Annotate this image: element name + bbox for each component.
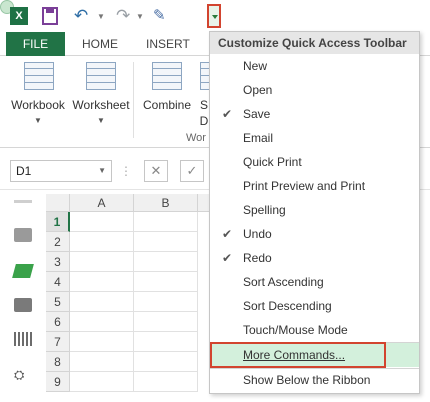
- menu-item-sort-descending[interactable]: Sort Descending: [210, 294, 419, 318]
- menu-item-quick-print[interactable]: Quick Print: [210, 150, 419, 174]
- left-pane: ⛭: [0, 190, 46, 402]
- ribbon-group-label: Wor: [186, 132, 206, 144]
- menu-item-label: Quick Print: [243, 155, 302, 169]
- menu-item-label: Undo: [243, 227, 272, 241]
- workbook-manager-icon[interactable]: [12, 264, 34, 278]
- more-commands-callout: [210, 342, 386, 368]
- cell[interactable]: [70, 232, 134, 252]
- column-header-a[interactable]: A: [70, 194, 134, 212]
- cell[interactable]: [70, 332, 134, 352]
- collapse-icon[interactable]: [14, 200, 32, 203]
- menu-item-label: Touch/Mouse Mode: [243, 323, 348, 337]
- cancel-button[interactable]: ✕: [144, 160, 168, 182]
- formula-bar-grip[interactable]: ⋮: [120, 164, 133, 178]
- menu-item-open[interactable]: Open: [210, 78, 419, 102]
- cell[interactable]: [134, 272, 198, 292]
- menu-item-label: Show Below the Ribbon: [243, 373, 371, 387]
- cell[interactable]: [70, 372, 134, 392]
- menu-item-touch-mouse-mode[interactable]: Touch/Mouse Mode: [210, 318, 419, 342]
- tab-file[interactable]: FILE: [6, 32, 65, 56]
- save-icon[interactable]: [42, 7, 58, 25]
- enter-button[interactable]: ✓: [180, 160, 204, 182]
- menu-item-label: Sort Ascending: [243, 275, 324, 289]
- row-header[interactable]: 3: [46, 252, 70, 272]
- menu-item-new[interactable]: New: [210, 54, 419, 78]
- menu-item-sort-ascending[interactable]: Sort Ascending: [210, 270, 419, 294]
- row-header[interactable]: 8: [46, 352, 70, 372]
- customize-qat-dropdown-button[interactable]: [207, 4, 221, 28]
- ribbon-divider: [133, 62, 134, 138]
- chevron-down-icon[interactable]: ▼: [98, 161, 106, 181]
- menu-item-show-below-ribbon[interactable]: Show Below the Ribbon: [210, 368, 419, 392]
- chevron-down-icon: ▼: [97, 116, 105, 125]
- cell[interactable]: [70, 352, 134, 372]
- menu-item-label: Open: [243, 83, 273, 97]
- menu-title: Customize Quick Access Toolbar: [210, 32, 419, 54]
- combine-label: Combine: [142, 98, 192, 112]
- name-box-value: D1: [16, 164, 32, 178]
- redo-dropdown-icon[interactable]: ▼: [136, 12, 144, 21]
- row-header[interactable]: 9: [46, 372, 70, 392]
- cell[interactable]: [134, 372, 198, 392]
- menu-item-spelling[interactable]: Spelling: [210, 198, 419, 222]
- worksheet-grid: A B 1 2 3 4 5 6 7 8 9: [46, 190, 226, 402]
- binoculars-icon[interactable]: ⛭: [14, 368, 32, 382]
- cell[interactable]: [70, 292, 134, 312]
- navigation-icon[interactable]: [14, 228, 32, 242]
- cell[interactable]: [70, 272, 134, 292]
- menu-item-email[interactable]: Email: [210, 126, 419, 150]
- excel-icon: X: [10, 7, 28, 25]
- undo-icon[interactable]: ↶: [74, 7, 92, 25]
- menu-item-label: Print Preview and Print: [243, 179, 366, 193]
- column-header-b[interactable]: B: [134, 194, 198, 212]
- redo-icon[interactable]: ↷: [116, 7, 134, 25]
- chevron-down-icon: ▼: [34, 116, 42, 125]
- menu-item-label: Email: [243, 131, 274, 145]
- menu-item-label: New: [243, 59, 268, 73]
- menu-item-save[interactable]: ✔ Save: [210, 102, 419, 126]
- row-header[interactable]: 5: [46, 292, 70, 312]
- cell[interactable]: [134, 212, 198, 232]
- workbook-icon: [24, 62, 54, 90]
- menu-item-label: Sort Descending: [243, 299, 332, 313]
- row-header[interactable]: 6: [46, 312, 70, 332]
- row-header[interactable]: 7: [46, 332, 70, 352]
- row-header[interactable]: 2: [46, 232, 70, 252]
- worksheet-icon: [86, 62, 116, 90]
- row-header[interactable]: 4: [46, 272, 70, 292]
- cell[interactable]: [134, 292, 198, 312]
- cell[interactable]: [134, 252, 198, 272]
- cell[interactable]: [134, 332, 198, 352]
- menu-item-undo[interactable]: ✔ Undo: [210, 222, 419, 246]
- row-header[interactable]: 1: [46, 212, 70, 232]
- cell[interactable]: [70, 252, 134, 272]
- checkmark-icon: ✔: [222, 107, 233, 121]
- cell[interactable]: [134, 352, 198, 372]
- cell[interactable]: [70, 312, 134, 332]
- tab-insert[interactable]: INSERT: [146, 32, 190, 56]
- columns-icon[interactable]: [14, 332, 32, 346]
- quick-access-toolbar: X ↶ ▼ ↷ ▼ ✎: [0, 0, 430, 32]
- pen-icon[interactable]: ✎: [153, 7, 171, 25]
- combine-icon: [152, 62, 182, 90]
- checkmark-icon: ✔: [222, 251, 233, 265]
- cell[interactable]: [70, 212, 134, 232]
- select-all-corner[interactable]: [46, 194, 70, 212]
- checkmark-icon: ✔: [222, 227, 233, 241]
- layers-icon[interactable]: [14, 298, 32, 312]
- menu-item-label: Spelling: [243, 203, 286, 217]
- menu-item-label: Redo: [243, 251, 272, 265]
- cell[interactable]: [134, 232, 198, 252]
- menu-item-print-preview[interactable]: Print Preview and Print: [210, 174, 419, 198]
- customize-qat-menu: Customize Quick Access Toolbar New Open …: [209, 31, 420, 394]
- tab-home[interactable]: HOME: [82, 32, 118, 56]
- name-box[interactable]: D1 ▼: [10, 160, 112, 182]
- cell[interactable]: [134, 312, 198, 332]
- menu-item-redo[interactable]: ✔ Redo: [210, 246, 419, 270]
- menu-item-label: Save: [243, 107, 271, 121]
- worksheet-label: Worksheet: [72, 98, 130, 112]
- workbook-label: Workbook: [11, 98, 65, 112]
- undo-dropdown-icon[interactable]: ▼: [97, 12, 105, 21]
